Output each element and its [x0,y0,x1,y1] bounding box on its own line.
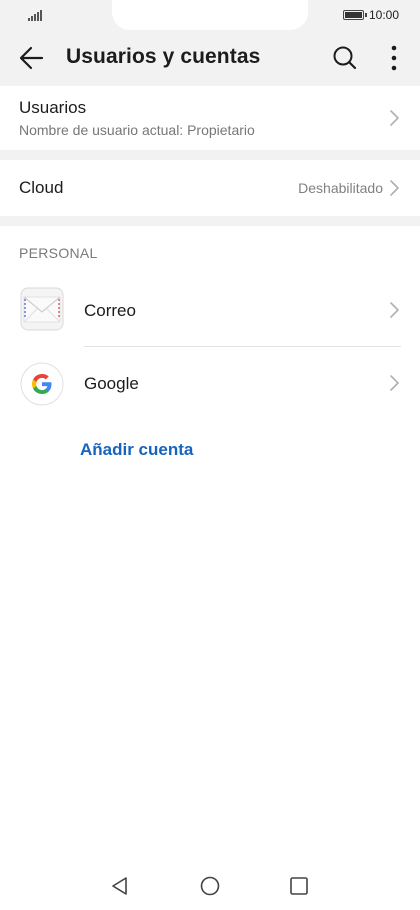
section-title-personal: PERSONAL [19,245,98,261]
cloud-row[interactable]: Cloud Deshabilitado [0,160,420,216]
battery-icon [343,10,367,20]
status-time: 10:00 [369,8,400,22]
divider [84,346,401,347]
status-bar: 10:00 [0,0,420,30]
chevron-right-icon [390,180,399,196]
camera-notch [112,0,308,30]
account-item-correo[interactable]: Correo [0,280,420,344]
chevron-right-icon [390,110,399,126]
add-account-button[interactable]: Añadir cuenta [80,440,193,460]
nav-back-button[interactable] [109,875,131,897]
app-bar: Usuarios y cuentas [0,30,420,86]
more-vert-icon [391,45,397,71]
google-icon [20,362,64,406]
cloud-title: Cloud [19,178,64,197]
account-label: Correo [84,301,136,320]
page-title: Usuarios y cuentas [66,45,261,68]
circle-home-icon [200,876,220,896]
navigation-bar [0,860,420,910]
back-button[interactable] [14,40,50,76]
users-subtitle: Nombre de usuario actual: Propietario [19,122,255,138]
nav-recents-button[interactable] [288,875,310,897]
signal-icon [28,9,44,21]
users-title: Usuarios [19,98,87,117]
nav-home-button[interactable] [199,875,221,897]
users-card: Usuarios Nombre de usuario actual: Propi… [0,86,420,150]
account-label: Google [84,374,139,393]
mail-icon [20,287,64,331]
account-item-google[interactable]: Google [0,352,420,416]
chevron-right-icon [390,375,399,391]
cloud-card: Cloud Deshabilitado [0,160,420,216]
search-button[interactable] [328,41,362,75]
cloud-status: Deshabilitado [298,180,383,196]
square-recents-icon [290,877,308,895]
arrow-left-icon [19,46,44,70]
search-icon [333,46,357,70]
triangle-back-icon [112,877,127,895]
users-row[interactable]: Usuarios Nombre de usuario actual: Propi… [0,86,420,150]
chevron-right-icon [390,302,399,318]
more-options-button[interactable] [380,41,408,75]
